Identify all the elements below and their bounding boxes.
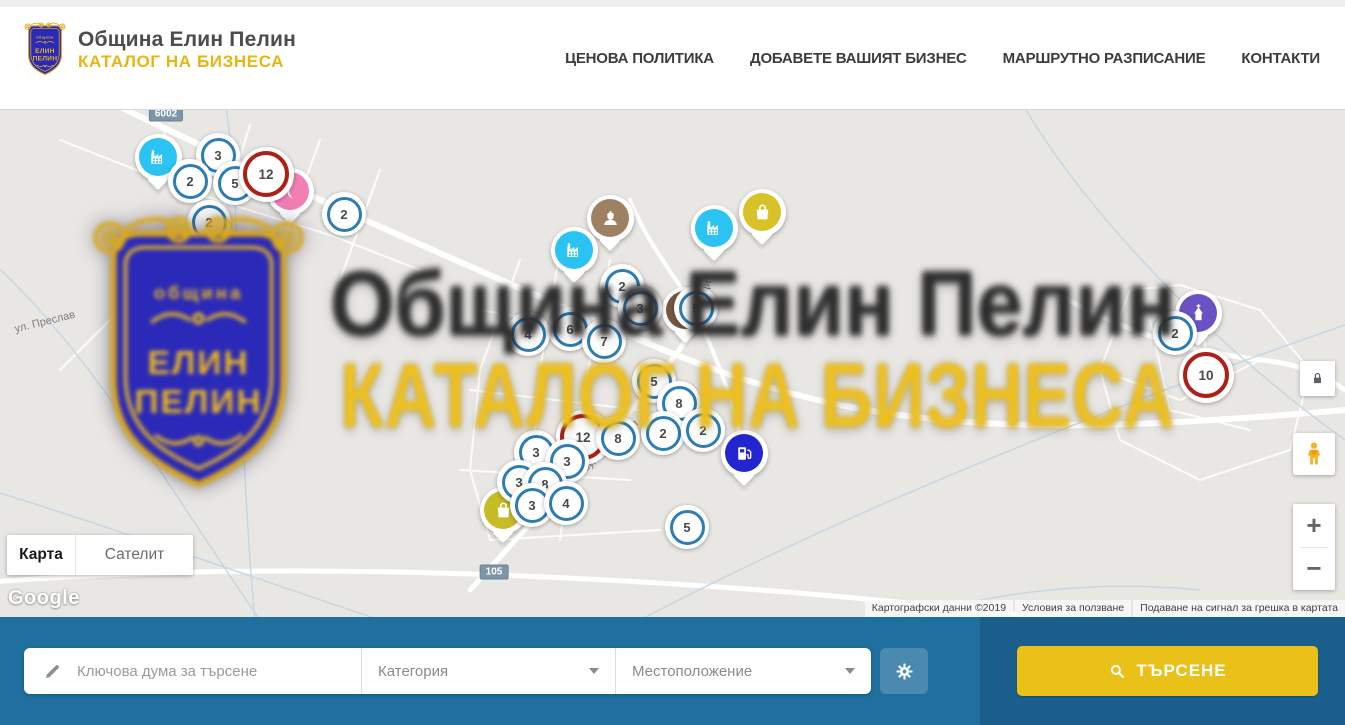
municipality-crest-icon: община ЕЛИН ПЕЛИН: [22, 21, 68, 79]
keyword-cell: [24, 648, 361, 694]
category-dropdown[interactable]: Категория: [361, 648, 615, 694]
road-number-label: 105: [480, 565, 509, 580]
cluster-count: 10: [1183, 352, 1229, 398]
search-bar: Категория Местоположение ТЪРСЕНЕ: [0, 617, 1345, 725]
site-logo[interactable]: община ЕЛИН ПЕЛИН Община Елин Пелин КАТА…: [22, 21, 296, 79]
search-pill: Категория Местоположение: [24, 648, 871, 694]
map-type-map-button[interactable]: Карта: [7, 535, 75, 575]
location-dropdown[interactable]: Местоположение: [615, 648, 871, 694]
watermark-title: Община Елин Пелин: [330, 252, 1176, 357]
advanced-settings-button[interactable]: [880, 648, 928, 694]
google-logo[interactable]: Google: [8, 587, 80, 610]
keyword-search-input[interactable]: [75, 662, 349, 681]
nav-item-timetable[interactable]: МАРШРУТНО РАЗПИСАНИЕ: [1003, 50, 1206, 67]
cluster-marker[interactable]: 2: [322, 192, 366, 236]
search-button[interactable]: ТЪРСЕНЕ: [1017, 646, 1318, 696]
category-dropdown-label: Категория: [378, 663, 448, 680]
svg-text:ЕЛИН: ЕЛИН: [35, 48, 55, 55]
bag-pin[interactable]: [739, 189, 786, 236]
pencil-icon: [43, 662, 62, 681]
street-view-pegman-button[interactable]: [1293, 433, 1335, 475]
cluster-marker[interactable]: 10: [1179, 348, 1234, 403]
map-canvas[interactable]: 6002105ул. Преславбул. „Новоселщи“ 32512…: [0, 110, 1345, 617]
cluster-count: 5: [670, 510, 705, 545]
svg-text:ПЕЛИН: ПЕЛИН: [134, 384, 262, 421]
factory-pin[interactable]: [691, 205, 738, 252]
cluster-marker[interactable]: 4: [544, 481, 588, 525]
map-lock-button[interactable]: [1300, 361, 1335, 396]
watermark-subtitle: КАТАЛОГ НА БИЗНЕСА: [340, 344, 1175, 449]
worker-icon: [591, 199, 629, 237]
zoom-out-button[interactable]: −: [1293, 548, 1335, 590]
svg-text:община: община: [36, 36, 54, 40]
magnifier-icon: [1108, 662, 1126, 680]
chevron-down-icon: [589, 668, 599, 674]
worker-pin[interactable]: [587, 195, 634, 242]
site-subtitle: КАТАЛОГ НА БИЗНЕСА: [78, 52, 296, 72]
site-title: Община Елин Пелин: [78, 28, 296, 52]
cluster-marker[interactable]: 5: [665, 505, 709, 549]
map-attribution: Картографски данни ©2019 Условия за полз…: [863, 599, 1345, 617]
road-number-label: 6002: [149, 110, 183, 122]
zoom-in-button[interactable]: +: [1293, 505, 1335, 547]
cluster-marker[interactable]: 2: [168, 159, 212, 203]
attribution-report-link[interactable]: Подаване на сигнал за грешка в картата: [1133, 600, 1345, 617]
main-nav: ЦЕНОВА ПОЛИТИКА ДОБАВЕТЕ ВАШИЯТ БИЗНЕС М…: [565, 7, 1320, 110]
map-type-control: Карта Сателит: [7, 535, 193, 575]
page-top-strip: [0, 0, 1345, 7]
svg-text:ЕЛИН: ЕЛИН: [147, 345, 249, 382]
cluster-marker[interactable]: 12: [239, 147, 294, 202]
cluster-count: 2: [327, 197, 362, 232]
attribution-terms-link[interactable]: Условия за ползване: [1015, 600, 1131, 617]
search-button-label: ТЪРСЕНЕ: [1136, 661, 1226, 681]
svg-text:ПЕЛИН: ПЕЛИН: [33, 56, 58, 63]
cluster-count: 4: [549, 486, 584, 521]
nav-item-pricing[interactable]: ЦЕНОВА ПОЛИТИКА: [565, 50, 714, 67]
map-type-satellite-button[interactable]: Сателит: [75, 535, 193, 575]
attribution-copyright: Картографски данни ©2019: [865, 600, 1013, 617]
cluster-count: 12: [243, 151, 289, 197]
watermark-crest-icon: община ЕЛИН ПЕЛИН: [80, 210, 317, 506]
chevron-down-icon: [845, 668, 855, 674]
nav-item-contacts[interactable]: КОНТАКТИ: [1241, 50, 1320, 67]
pegman-icon: [1300, 440, 1328, 468]
zoom-control: + −: [1293, 504, 1335, 590]
location-dropdown-label: Местоположение: [632, 663, 752, 680]
bag-icon: [743, 193, 781, 231]
svg-text:община: община: [154, 282, 244, 303]
gear-icon: [894, 661, 915, 682]
lock-icon: [1309, 370, 1326, 387]
factory-icon: [695, 209, 733, 247]
site-header: община ЕЛИН ПЕЛИН Община Елин Пелин КАТА…: [0, 7, 1345, 110]
cluster-count: 2: [173, 164, 208, 199]
nav-item-add-business[interactable]: ДОБАВЕТЕ ВАШИЯТ БИЗНЕС: [750, 50, 967, 67]
